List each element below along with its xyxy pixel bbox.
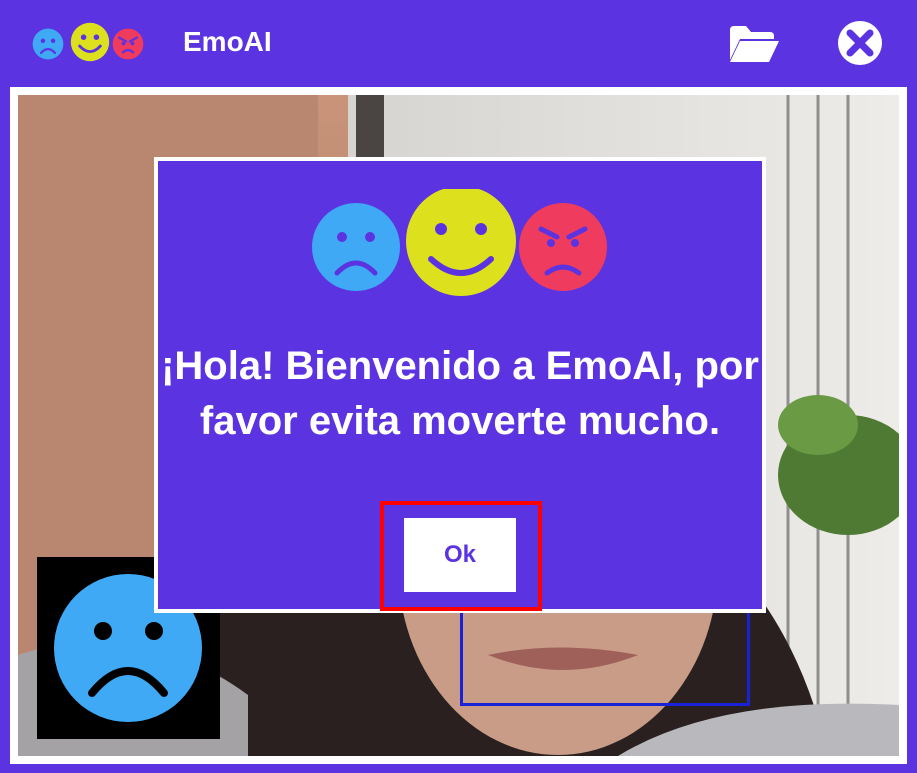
happy-face-icon [406,189,516,296]
app-title: EmoAI [183,26,272,57]
angry-face-icon [519,203,607,291]
folder-open-icon [730,26,779,62]
welcome-message: ¡Hola! Bienvenido a EmoAI, por favor evi… [161,344,759,443]
sad-face-icon [312,203,400,291]
sad-face-icon [32,28,64,60]
close-circle-icon [838,21,882,65]
ok-button[interactable]: Ok [404,518,516,592]
close-button[interactable] [837,20,883,66]
app-logo [32,22,152,62]
dialog-emotion-faces [312,189,607,296]
happy-face-icon [70,22,110,62]
angry-face-icon [112,28,144,60]
title-bar: EmoAI [0,0,917,85]
open-folder-button[interactable] [728,22,780,64]
face-detection-box [460,598,750,706]
